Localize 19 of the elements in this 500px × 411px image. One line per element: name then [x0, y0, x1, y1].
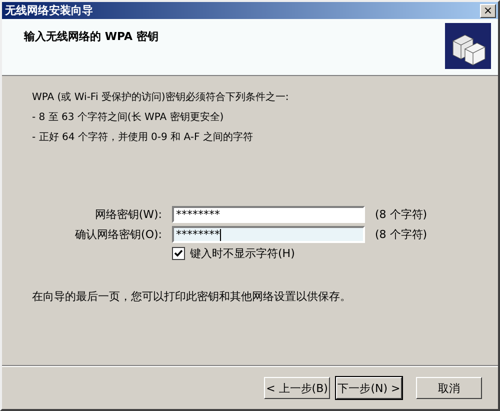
note-text: 在向导的最后一页，您可以打印此密钥和其他网络设置以供保存。 — [32, 289, 352, 304]
network-computers-icon — [445, 23, 491, 69]
field-label: 网络密钥(W): — [94, 207, 162, 222]
instruction-text: - 8 至 63 个字符之间(长 WPA 密钥更安全) — [32, 110, 225, 125]
checkbox[interactable] — [172, 247, 185, 260]
wizard-button[interactable]: 取消 — [416, 377, 482, 399]
close-button[interactable]: × — [480, 4, 496, 18]
field-label: 确认网络密钥(O): — [74, 227, 162, 242]
checkbox-label: 键入时不显示字符(H) — [190, 246, 295, 261]
character-count: (8 个字符) — [375, 207, 428, 222]
wizard-button[interactable]: < 上一步(B) — [264, 377, 330, 399]
instruction-text: - 正好 64 个字符，并使用 0-9 和 A-F 之间的字符 — [32, 130, 254, 145]
character-count: (8 个字符) — [375, 227, 428, 242]
instruction-text: WPA (或 Wi-Fi 受保护的访问)密钥必须符合下列条件之一: — [32, 90, 290, 105]
wizard-button[interactable]: 下一步(N) > — [336, 377, 402, 399]
window-title: 无线网络安装向导 — [5, 3, 93, 18]
password-field[interactable]: ******** — [172, 206, 365, 223]
password-field[interactable]: ******** — [172, 226, 365, 243]
page-title: 输入无线网络的 WPA 密钥 — [24, 29, 158, 45]
